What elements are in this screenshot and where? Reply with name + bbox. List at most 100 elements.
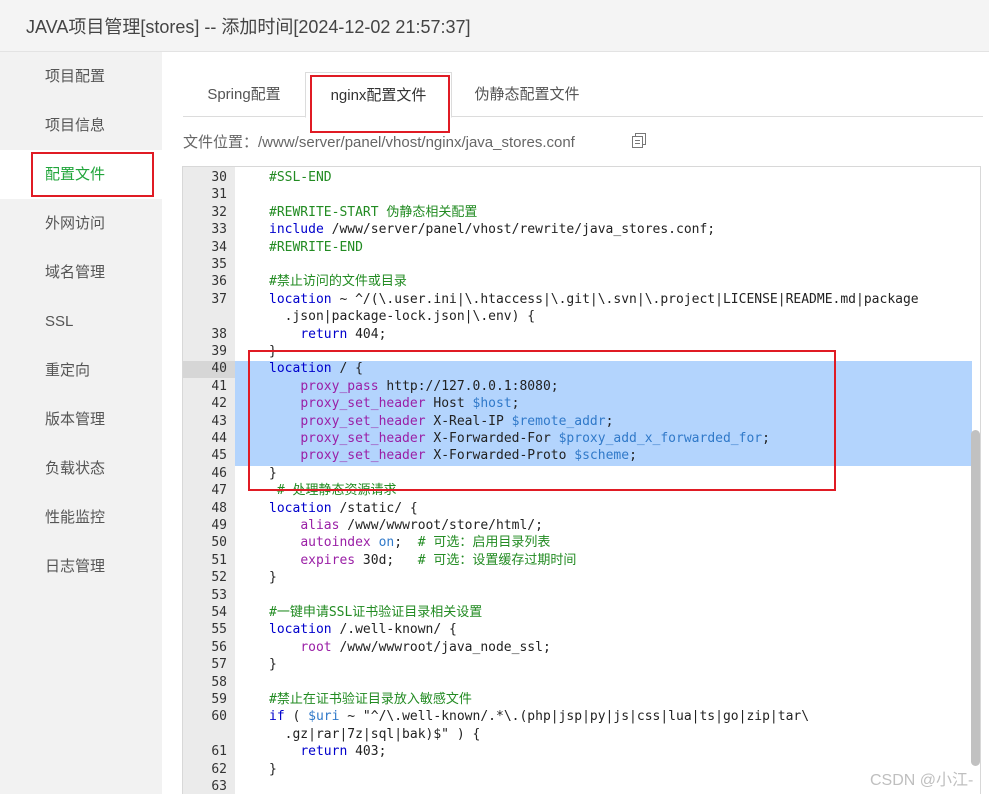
- code-line: .gz|rar|7z|sql|bak)$" ) {: [183, 726, 980, 743]
- sidebar-item-domain-management[interactable]: 域名管理: [0, 248, 162, 297]
- line-number: 59: [211, 692, 227, 707]
- line-text: expires 30d; # 可选：设置缓存过期时间: [300, 552, 577, 568]
- code-line: 47 # 处理静态资源请求: [183, 482, 980, 499]
- line-text: #REWRITE-START 伪静态相关配置: [269, 204, 478, 220]
- file-location-label: 文件位置：: [183, 134, 259, 151]
- line-number: 38: [211, 326, 227, 342]
- line-text: }: [269, 761, 277, 777]
- line-number: 48: [211, 500, 227, 516]
- code-line: 33 include /www/server/panel/vhost/rewrit…: [183, 221, 980, 238]
- line-text: # 处理静态资源请求: [276, 483, 397, 499]
- code-line: 31: [183, 186, 980, 203]
- code-line: 62}: [183, 761, 980, 778]
- line-number: 57: [211, 657, 227, 673]
- line-text: location ~ ^/(\.user.ini|\.htaccess|\.gi…: [269, 291, 919, 307]
- line-text: proxy_set_header X-Forwarded-For $proxy_…: [300, 431, 770, 446]
- line-text: proxy_set_header X-Real-IP $remote_addr;: [300, 413, 614, 429]
- code-line: .json|package-lock.json|\.env) {: [183, 308, 980, 325]
- tab-rewrite-config[interactable]: 伪静态配置文件: [459, 72, 595, 117]
- code-line: 59 #禁止在证书验证目录放入敏感文件: [183, 691, 980, 708]
- sidebar-item-redirect[interactable]: 重定向: [0, 346, 162, 395]
- line-number: 31: [211, 187, 227, 203]
- code-line: 32 #REWRITE-START 伪静态相关配置: [183, 204, 980, 221]
- line-number: 63: [211, 779, 227, 794]
- code-line: 43 proxy_set_header X-Real-IP $remote_ad…: [183, 413, 980, 430]
- line-text: #禁止在证书验证目录放入敏感文件: [269, 692, 472, 707]
- code-line: 55 location /.well-known/ {: [183, 621, 980, 638]
- code-line: 51 expires 30d; # 可选：设置缓存过期时间: [183, 552, 980, 569]
- code-line: 44 proxy_set_header X-Forwarded-For $pro…: [183, 430, 980, 447]
- code-line: 63: [183, 778, 980, 794]
- sidebar-item-project-info[interactable]: 项目信息: [0, 101, 162, 150]
- line-text: .json|package-lock.json|\.env) {: [269, 309, 536, 325]
- line-text: proxy_pass http://127.0.0.1:8080;: [300, 378, 559, 394]
- sidebar-item-config-file[interactable]: 配置文件: [0, 150, 162, 199]
- file-path: /www/server/panel/vhost/nginx/java_store…: [258, 134, 575, 151]
- title-bar: JAVA项目管理[stores] -- 添加时间[2024-12-02 21:5…: [0, 0, 989, 52]
- code-line: 34 #REWRITE-END: [183, 239, 980, 256]
- line-number: 49: [211, 518, 227, 533]
- line-text: #SSL-END: [269, 170, 332, 185]
- sidebar-item-version-management[interactable]: 版本管理: [0, 395, 162, 444]
- code-line: 60 if ( $uri ~ "^/\.well-known/.*\.(php|j…: [183, 708, 980, 725]
- code-line: 61 return 403;: [183, 743, 980, 760]
- line-number: 47: [211, 483, 227, 499]
- line-number: 60: [211, 709, 227, 725]
- line-number: 58: [211, 674, 227, 690]
- tab-bar: Spring配置 nginx配置文件 伪静态配置文件: [183, 72, 983, 118]
- code-line: 42 proxy_set_header Host $host;: [183, 395, 980, 412]
- sidebar: 项目配置 项目信息 配置文件 外网访问 域名管理 SSL 重定向 版本管理 负载…: [0, 52, 162, 794]
- code-line: 52}: [183, 569, 980, 586]
- line-text: location / {: [269, 361, 363, 377]
- line-text: return 404;: [300, 326, 387, 342]
- code-line: 56 root /www/wwwroot/java_node_ssl;: [183, 639, 980, 656]
- file-location: 文件位置：/www/server/panel/vhost/nginx/java_…: [183, 131, 575, 152]
- line-text: }: [269, 465, 277, 481]
- line-number: 41: [211, 378, 227, 394]
- sidebar-item-performance-monitor[interactable]: 性能监控: [0, 493, 162, 542]
- line-number: 50: [211, 535, 227, 551]
- code-line: 37 location ~ ^/(\.user.ini|\.htaccess|\.…: [183, 291, 980, 308]
- line-number: 46: [211, 465, 227, 481]
- line-number: 39: [211, 344, 227, 359]
- line-number: 42: [211, 396, 227, 412]
- line-number: 61: [211, 744, 227, 760]
- line-number: 53: [211, 587, 227, 603]
- line-number: 62: [211, 761, 227, 777]
- code-line: 58: [183, 674, 980, 691]
- code-editor[interactable]: 30 #SSL-END 31 32 #REWRITE-START 伪静态相关配置 33 in…: [182, 166, 981, 794]
- code-line: 35: [183, 256, 980, 273]
- line-text: }: [269, 657, 277, 673]
- code-line: 30 #SSL-END: [183, 169, 980, 186]
- line-number: 51: [211, 552, 227, 568]
- code-line: 38 return 404;: [183, 326, 980, 343]
- sidebar-item-log-management[interactable]: 日志管理: [0, 542, 162, 591]
- copy-icon[interactable]: [632, 133, 646, 148]
- sidebar-item-load-status[interactable]: 负载状态: [0, 444, 162, 493]
- tab-spring-config[interactable]: Spring配置: [183, 72, 305, 117]
- code-line: 49 alias /www/wwwroot/store/html/;: [183, 517, 980, 534]
- sidebar-item-ssl[interactable]: SSL: [0, 297, 162, 346]
- line-number: 54: [211, 605, 227, 620]
- watermark: CSDN @小江-: [870, 772, 974, 789]
- editor-scrollbar-thumb[interactable]: [971, 430, 980, 766]
- line-text: proxy_set_header X-Forwarded-Proto $sche…: [300, 448, 637, 464]
- code-line: 50 autoindex on; # 可选：启用目录列表: [183, 534, 980, 551]
- code-line: 57}: [183, 656, 980, 673]
- code-line: 48 location /static/ {: [183, 500, 980, 517]
- line-number: 33: [211, 222, 227, 238]
- line-text: #一键申请SSL证书验证目录相关设置: [269, 605, 483, 620]
- line-number: 44: [211, 431, 227, 446]
- line-text: include /www/server/panel/vhost/rewrite/…: [269, 222, 716, 238]
- window-title: JAVA项目管理[stores] -- 添加时间[2024-12-02 21:5…: [26, 17, 471, 37]
- line-text: }: [269, 570, 277, 586]
- line-number: 40: [211, 361, 227, 377]
- line-text: proxy_set_header Host $host;: [300, 396, 520, 412]
- sidebar-item-external-access[interactable]: 外网访问: [0, 199, 162, 248]
- line-text: autoindex on; # 可选：启用目录列表: [300, 535, 551, 551]
- code-line: 40 location / {: [183, 360, 980, 377]
- line-text: #禁止访问的文件或目录: [269, 274, 407, 290]
- sidebar-item-project-config[interactable]: 项目配置: [0, 52, 162, 101]
- tab-nginx-config[interactable]: nginx配置文件: [305, 72, 452, 118]
- line-text: }: [269, 344, 277, 359]
